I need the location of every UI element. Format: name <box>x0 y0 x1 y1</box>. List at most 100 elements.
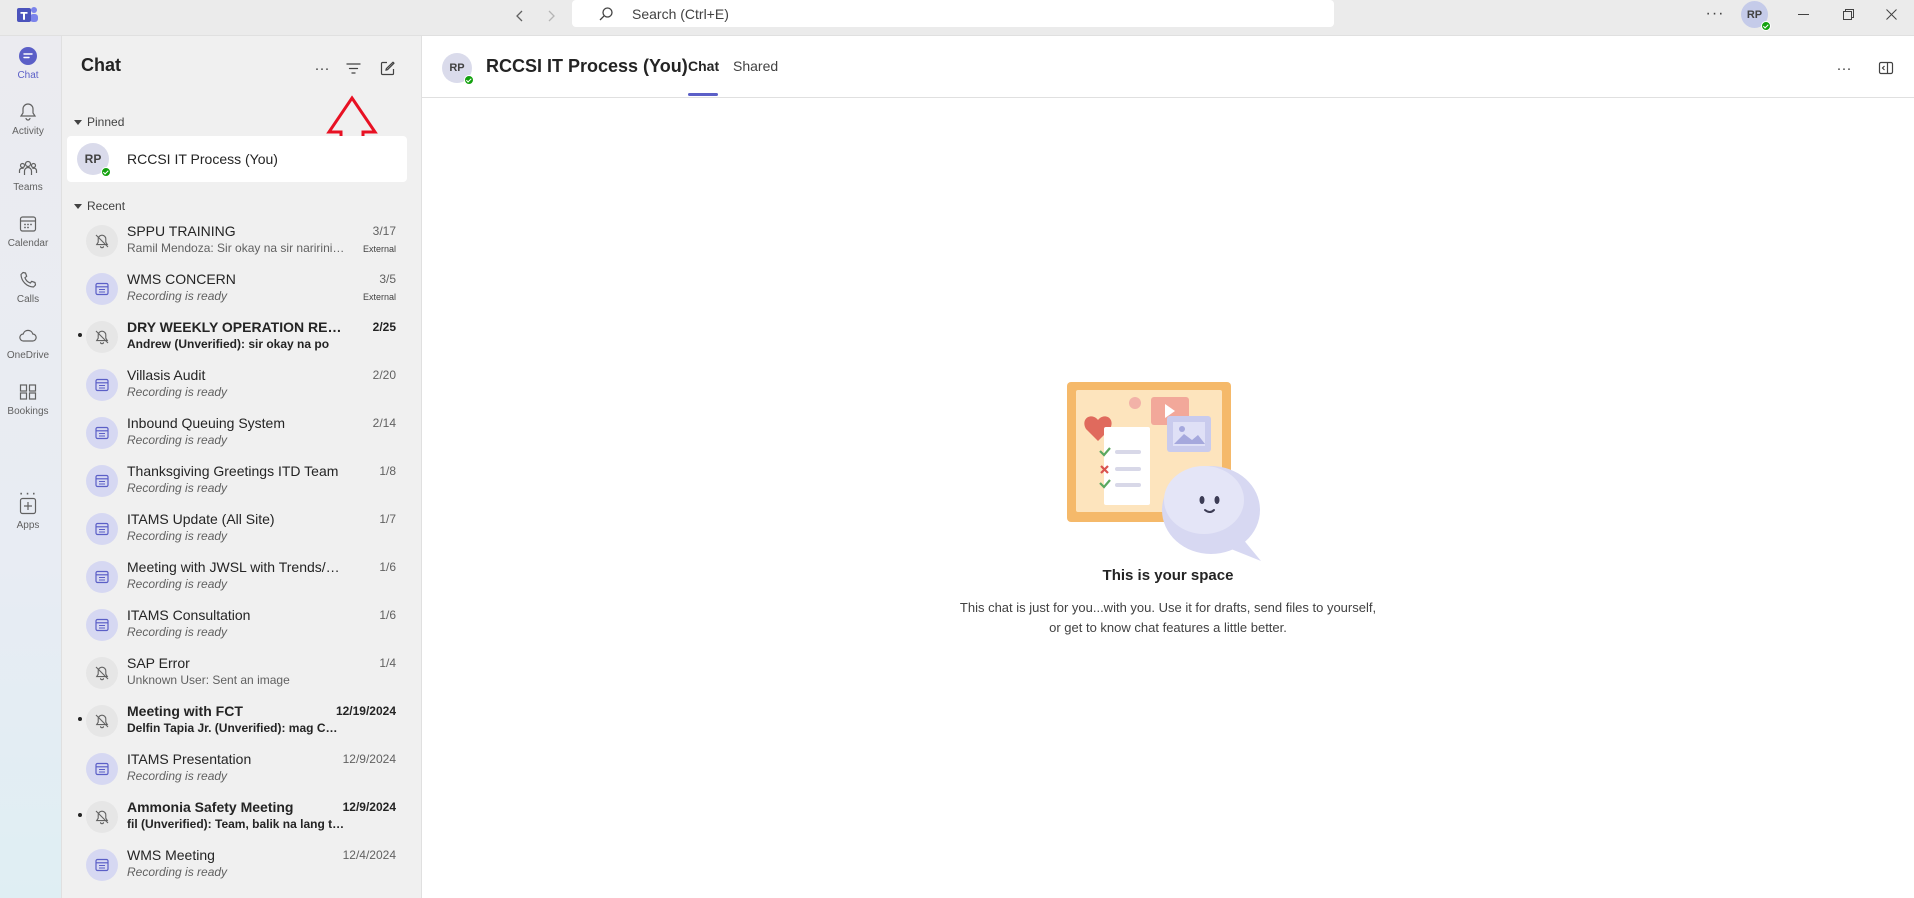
minimize-button[interactable] <box>1780 0 1826 28</box>
chat-name: SAP Error <box>127 655 190 671</box>
chat-name: WMS Meeting <box>127 847 215 863</box>
pinned-section-header[interactable]: Pinned <box>74 115 124 129</box>
meeting-icon <box>86 849 118 881</box>
chat-date: 1/8 <box>379 464 396 478</box>
chat-list-item[interactable]: Inbound Queuing System Recording is ready… <box>67 409 407 457</box>
chat-preview: Andrew (Unverified): sir okay na po <box>127 337 330 351</box>
panel-title: Chat <box>81 55 121 75</box>
meeting-icon <box>86 417 118 449</box>
section-label: Pinned <box>87 115 125 129</box>
chat-date: 12/4/2024 <box>342 848 396 862</box>
chat-date: 1/6 <box>379 608 396 622</box>
presence-available-icon <box>464 75 474 85</box>
tab-chat[interactable]: Chat <box>688 58 719 74</box>
chat-list-item[interactable]: ITAMS Presentation Recording is ready 12/9… <box>67 745 407 793</box>
chat-preview: Ramil Mendoza: Sir okay na sir naririnig… <box>127 241 345 255</box>
chat-list-item[interactable]: Villasis Audit Recording is ready 2/20 <box>67 361 407 409</box>
chat-list-item[interactable]: Meeting with JWSL with Trends/RCS Recordi… <box>67 553 407 601</box>
phone-icon <box>20 271 37 288</box>
meeting-icon <box>86 465 118 497</box>
muted-bell-icon <box>86 657 118 689</box>
rail-item-activity[interactable]: Activity <box>0 102 56 137</box>
chat-list-item[interactable]: DRY WEEKLY OPERATION REVIEW Andrew (Unver… <box>67 313 407 361</box>
rail-label: Chat <box>17 70 39 81</box>
filter-button[interactable] <box>341 56 365 80</box>
active-tab-indicator <box>688 93 718 96</box>
search-icon <box>598 6 614 22</box>
rail-label: OneDrive <box>6 350 50 361</box>
chat-list-item[interactable]: SAP Error Unknown User: Sent an image 1/4 <box>67 649 407 697</box>
rail-item-teams[interactable]: Teams <box>0 158 56 193</box>
chat-list-item[interactable]: Ammonia Safety Meeting fil (Unverified): … <box>67 793 407 841</box>
chat-list-item[interactable]: Meeting with FCT Delfin Tapia Jr. (Unveri… <box>67 697 407 745</box>
chat-name: ITAMS Presentation <box>127 751 252 767</box>
app-rail: Chat Activity Teams Calendar Calls OneDr… <box>0 36 62 898</box>
presence-available-icon <box>1761 21 1771 31</box>
rail-item-apps[interactable]: Apps <box>0 496 56 531</box>
rail-label: Calendar <box>7 238 49 249</box>
chat-name: ITAMS Update (All Site) <box>127 511 275 527</box>
rail-label: Bookings <box>7 406 49 417</box>
meeting-icon <box>86 273 118 305</box>
chat-date: 2/14 <box>372 416 396 430</box>
chat-name: SPPU TRAINING <box>127 223 236 239</box>
avatar[interactable]: RP <box>442 53 474 85</box>
chat-preview: fil (Unverified): Team, balik na lang ta… <box>127 817 345 831</box>
teams-icon <box>18 160 38 175</box>
presence-available-icon <box>101 167 111 177</box>
chat-date: 12/19/2024 <box>335 704 396 718</box>
chat-list-item[interactable]: ITAMS Update (All Site) Recording is read… <box>67 505 407 553</box>
rail-label: Calls <box>16 294 40 305</box>
chat-preview: Recording is ready <box>127 481 228 495</box>
chat-list-item[interactable]: WMS Meeting Recording is ready 12/4/2024 <box>67 841 407 889</box>
chat-preview: Recording is ready <box>127 433 228 447</box>
back-arrow-icon[interactable] <box>508 4 532 28</box>
meeting-icon <box>86 753 118 785</box>
chat-list-item[interactable]: ITAMS Consultation Recording is ready 1/6 <box>67 601 407 649</box>
search-placeholder: Search (Ctrl+E) <box>632 5 729 22</box>
unread-dot-icon <box>78 717 82 721</box>
chat-preview: Recording is ready <box>127 625 228 639</box>
chat-list-item[interactable]: WMS CONCERN Recording is ready 3/5 External <box>67 265 407 313</box>
rail-item-calls[interactable]: Calls <box>0 270 56 305</box>
chat-date: 2/20 <box>372 368 396 382</box>
chat-name: Thanksgiving Greetings ITD Team <box>127 463 339 479</box>
chat-preview: Unknown User: Sent an image <box>127 673 290 687</box>
avatar: RP <box>77 143 111 177</box>
recent-section-header[interactable]: Recent <box>74 199 125 213</box>
chat-name: Villasis Audit <box>127 367 206 383</box>
avatar-initials: RP <box>449 62 465 74</box>
chat-list-item[interactable]: Thanksgiving Greetings ITD Team Recording… <box>67 457 407 505</box>
rail-item-chat[interactable]: Chat <box>0 46 56 81</box>
bell-icon <box>19 103 37 121</box>
chat-list-item[interactable]: SPPU TRAINING Ramil Mendoza: Sir okay na … <box>67 217 407 265</box>
chat-name: ITAMS Consultation <box>127 607 251 623</box>
close-button[interactable] <box>1868 0 1914 28</box>
new-chat-button[interactable] <box>375 56 399 80</box>
profile-avatar[interactable]: RP <box>1741 1 1771 31</box>
search-input[interactable]: Search (Ctrl+E) <box>572 0 1334 27</box>
chat-preview: Recording is ready <box>127 529 228 543</box>
chat-name: Meeting with FCT <box>127 703 243 719</box>
pinned-chat-item[interactable]: RP RCCSI IT Process (You) <box>67 136 407 182</box>
chat-date: 12/9/2024 <box>342 800 396 814</box>
tab-shared[interactable]: Shared <box>733 58 778 74</box>
chat-list-panel: Chat ··· Pinned RP RCCSI IT Process (You… <box>62 36 422 898</box>
more-options-button[interactable]: ··· <box>310 56 334 80</box>
forward-arrow-icon[interactable] <box>539 4 563 28</box>
rail-item-calendar[interactable]: Calendar <box>0 214 56 249</box>
unread-dot-icon <box>78 333 82 337</box>
rail-item-onedrive[interactable]: OneDrive <box>0 326 56 361</box>
chat-date: 12/9/2024 <box>342 752 396 766</box>
chat-name: WMS CONCERN <box>127 271 236 287</box>
restore-button[interactable] <box>1825 0 1871 28</box>
more-options-button[interactable]: ··· <box>1832 56 1856 80</box>
unread-dot-icon <box>78 813 82 817</box>
chat-name: Inbound Queuing System <box>127 415 285 431</box>
chevron-down-icon <box>74 119 82 125</box>
chat-icon <box>19 47 37 65</box>
settings-more-button[interactable]: ··· <box>1703 2 1727 26</box>
open-side-panel-button[interactable] <box>1874 56 1898 80</box>
rail-item-bookings[interactable]: Bookings <box>0 382 56 417</box>
profile-initials: RP <box>1746 8 1763 21</box>
